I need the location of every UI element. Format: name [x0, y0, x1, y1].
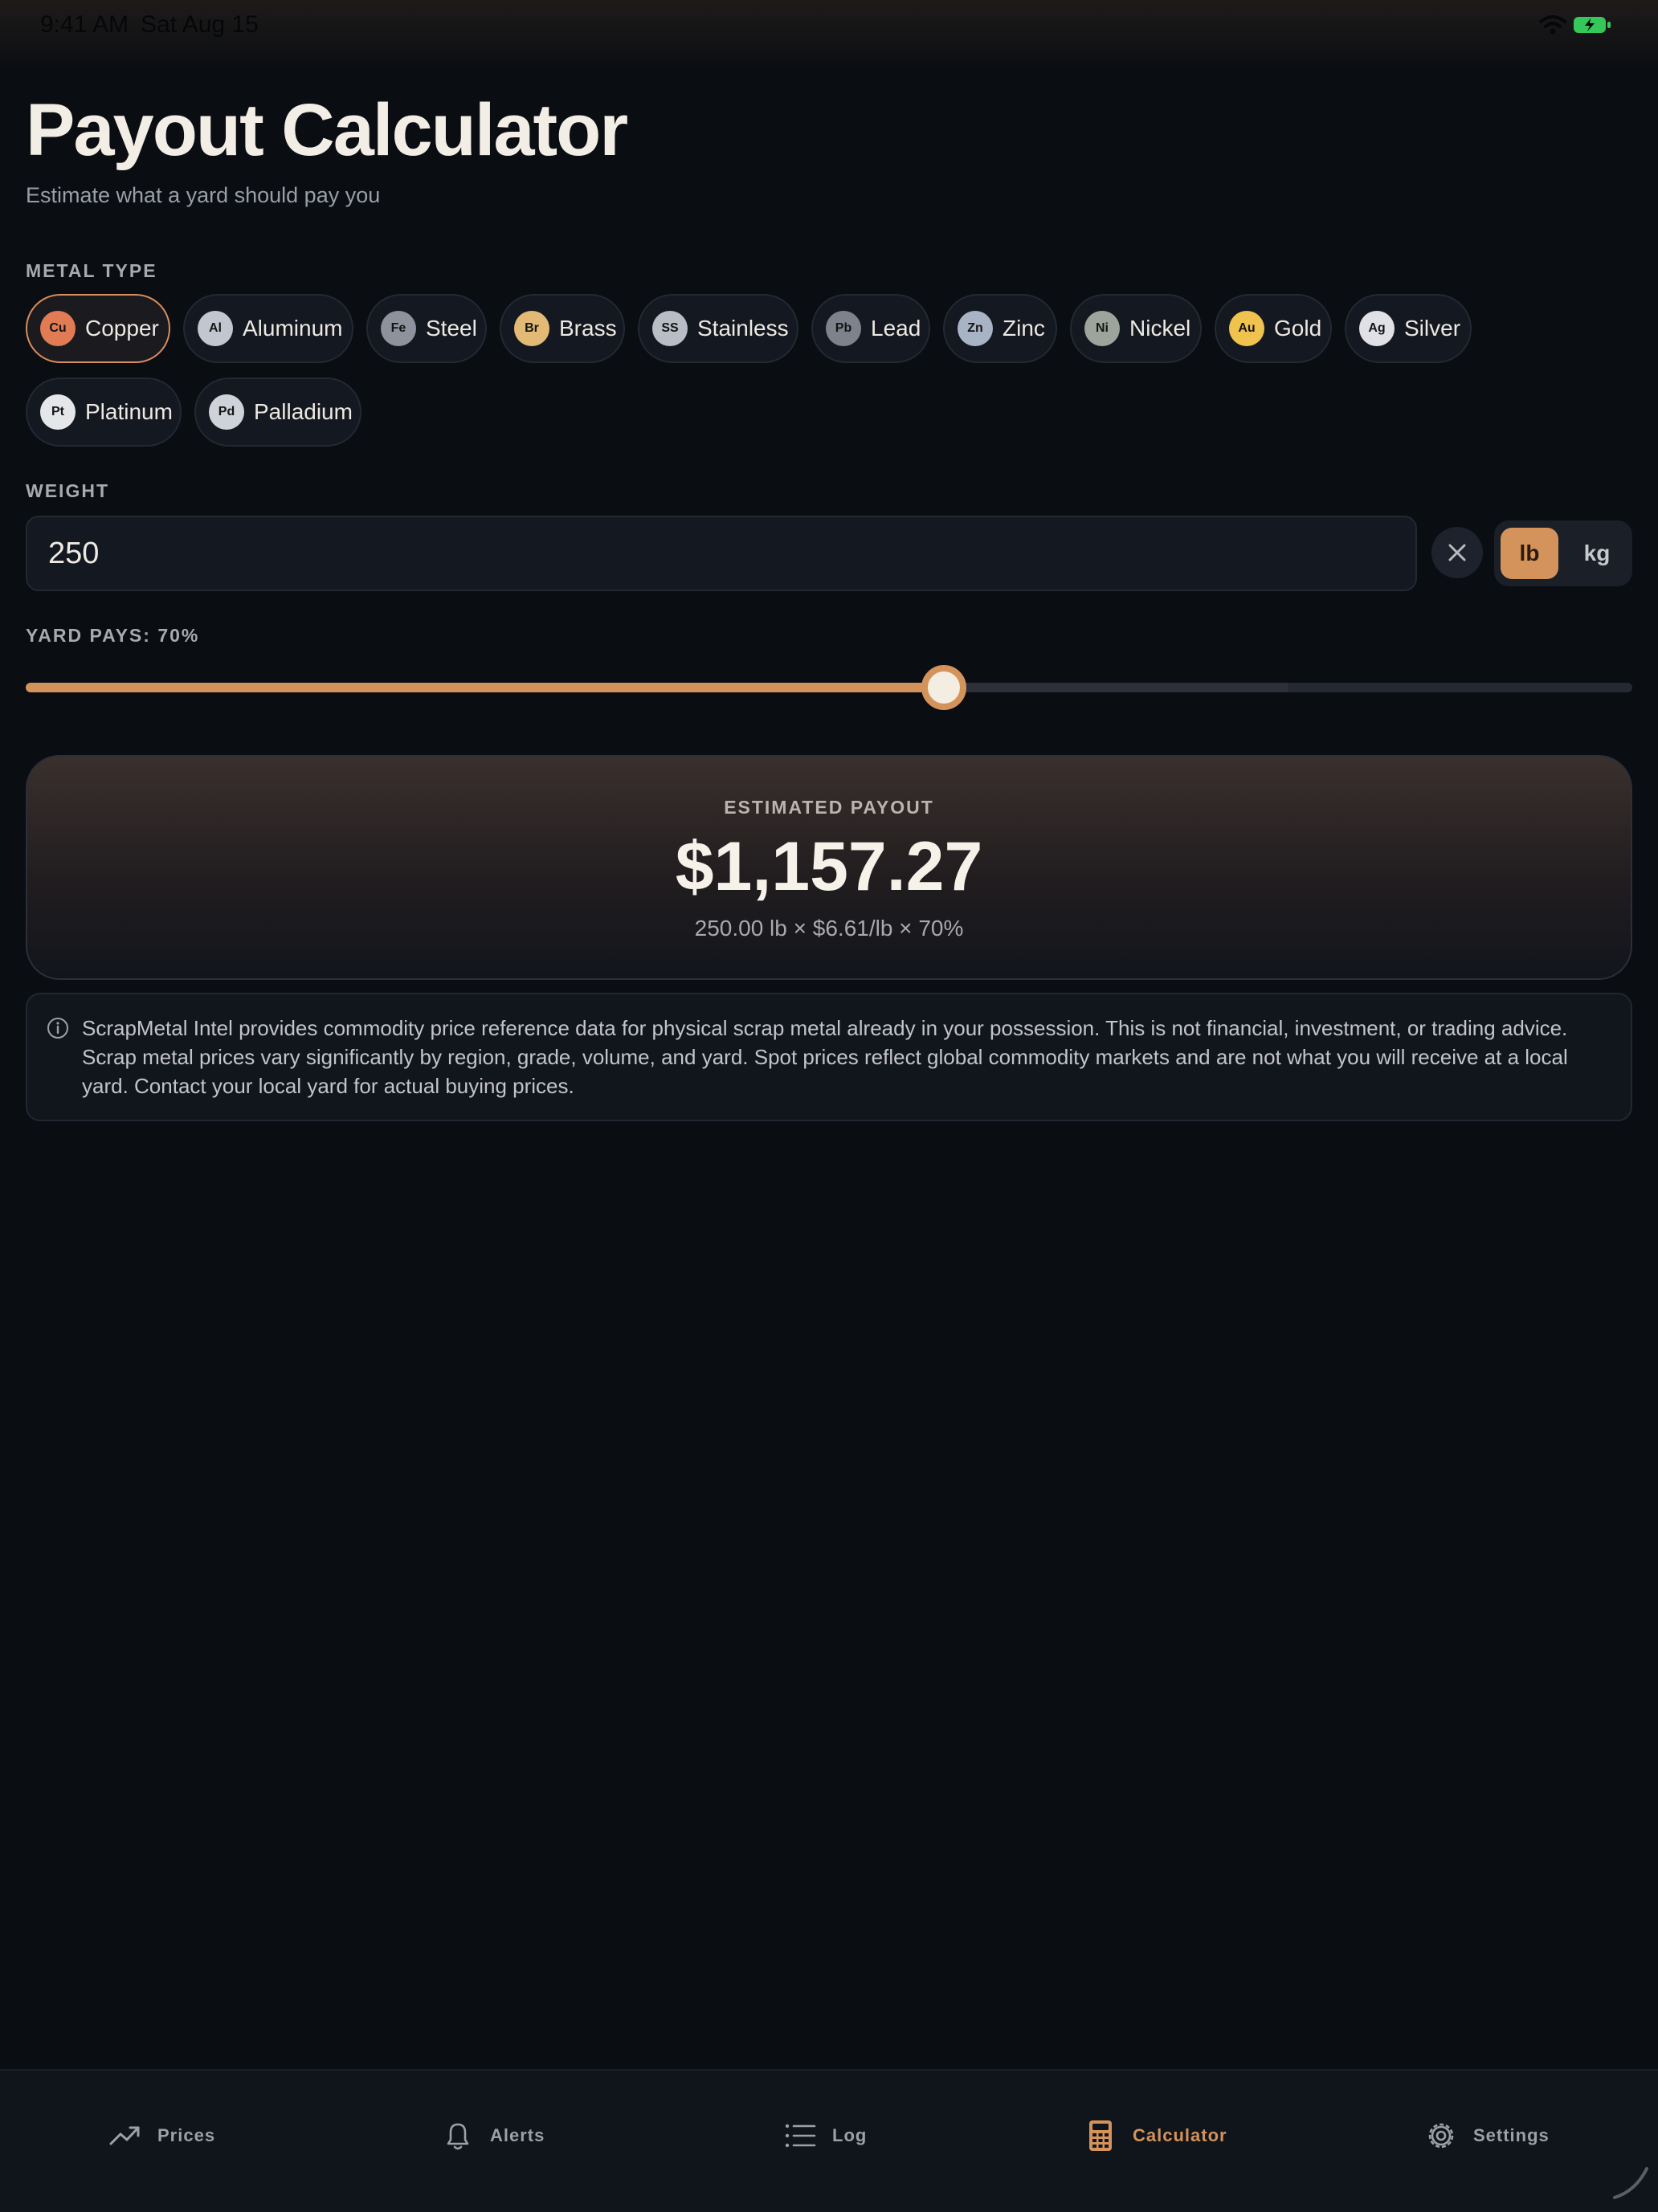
lead-symbol-icon: Pb: [826, 311, 861, 346]
metal-chip-silver[interactable]: Ag Silver: [1345, 294, 1472, 363]
tab-label: Alerts: [490, 2125, 545, 2145]
tab-label: Settings: [1473, 2125, 1550, 2145]
copper-symbol-icon: Cu: [40, 311, 76, 346]
payout-label: ESTIMATED PAYOUT: [724, 797, 934, 818]
weight-label: WEIGHT: [26, 480, 109, 501]
status-bar: 9:41 AM Sat Aug 15: [0, 0, 1658, 51]
metal-chip-platinum[interactable]: Pt Platinum: [26, 378, 182, 447]
brass-symbol-icon: Br: [514, 311, 549, 346]
tab-label: Log: [832, 2125, 868, 2145]
chip-label: Stainless: [697, 316, 789, 341]
tab-label: Calculator: [1133, 2125, 1227, 2145]
metal-chip-nickel[interactable]: Ni Nickel: [1070, 294, 1202, 363]
weight-input[interactable]: 250: [26, 516, 1417, 591]
metal-chip-aluminum[interactable]: Al Aluminum: [183, 294, 353, 363]
chip-label: Gold: [1274, 316, 1322, 341]
tab-bar: Prices Alerts Log Calculator Settings: [0, 2069, 1658, 2212]
bell-icon: [447, 2123, 469, 2150]
zinc-symbol-icon: Zn: [958, 311, 993, 346]
payout-amount: $1,157.27: [675, 828, 983, 905]
page-subtitle: Estimate what a yard should pay you: [26, 183, 381, 207]
close-icon: [1448, 544, 1466, 561]
unit-lb-option[interactable]: lb: [1501, 528, 1558, 579]
tab-label: Prices: [157, 2125, 216, 2145]
metal-chip-copper[interactable]: Cu Copper: [26, 294, 170, 363]
tab-prices[interactable]: Prices: [108, 2116, 215, 2156]
metal-chip-gold[interactable]: Au Gold: [1215, 294, 1332, 363]
chip-label: Zinc: [1003, 316, 1045, 341]
disclaimer-text: ScrapMetal Intel provides commodity pric…: [82, 1016, 1568, 1098]
corner-indicator-icon: [1613, 2167, 1648, 2199]
info-icon: [47, 1018, 68, 1039]
chip-label: Steel: [426, 316, 477, 341]
unit-kg-option[interactable]: kg: [1568, 528, 1626, 579]
gear-icon: [1428, 2123, 1454, 2149]
metal-chip-steel[interactable]: Fe Steel: [366, 294, 487, 363]
yard-pays-slider-fill: [26, 683, 944, 692]
chip-label: Copper: [85, 316, 159, 341]
list-icon: [785, 2124, 816, 2148]
tab-settings[interactable]: Settings: [1423, 2116, 1550, 2156]
platinum-symbol-icon: Pt: [40, 394, 76, 430]
chip-label: Brass: [559, 316, 617, 341]
battery-icon: [1574, 17, 1611, 33]
yard-pays-slider-thumb[interactable]: [921, 665, 966, 710]
trend-icon: [109, 2126, 140, 2145]
chip-label: Aluminum: [243, 316, 343, 341]
tab-calculator[interactable]: Calculator: [1083, 2116, 1227, 2156]
metal-chip-stainless[interactable]: SS Stainless: [638, 294, 798, 363]
gold-symbol-icon: Au: [1229, 311, 1264, 346]
yard-pays-label: YARD PAYS: 70%: [26, 625, 200, 646]
slider-track-segment: [944, 683, 1288, 692]
chip-label: Palladium: [254, 399, 353, 424]
unit-toggle: lb kg: [1494, 520, 1632, 586]
stainless-symbol-icon: SS: [652, 311, 688, 346]
clear-weight-button[interactable]: [1431, 527, 1483, 578]
calculator-icon: [1089, 2120, 1112, 2151]
metal-chip-zinc[interactable]: Zn Zinc: [943, 294, 1057, 363]
metal-chip-brass[interactable]: Br Brass: [500, 294, 625, 363]
chip-label: Lead: [871, 316, 921, 341]
metal-chip-lead[interactable]: Pb Lead: [811, 294, 930, 363]
disclaimer-card: ScrapMetal Intel provides commodity pric…: [26, 993, 1632, 1121]
status-date: Sat Aug 15: [141, 11, 259, 38]
palladium-symbol-icon: Pd: [209, 394, 244, 430]
nickel-symbol-icon: Ni: [1084, 311, 1120, 346]
chip-label: Nickel: [1129, 316, 1191, 341]
metal-type-label: METAL TYPE: [26, 260, 157, 281]
page-title: Payout Calculator: [26, 89, 628, 171]
tab-alerts[interactable]: Alerts: [440, 2116, 545, 2156]
steel-symbol-icon: Fe: [381, 311, 416, 346]
payout-card: ESTIMATED PAYOUT $1,157.27 250.00 lb × $…: [26, 755, 1632, 980]
tab-log[interactable]: Log: [782, 2116, 867, 2156]
wifi-icon: [1539, 15, 1566, 35]
status-time: 9:41 AM: [40, 11, 129, 38]
payout-formula: 250.00 lb × $6.61/lb × 70%: [694, 916, 964, 941]
chip-label: Silver: [1404, 316, 1461, 341]
metal-chip-palladium[interactable]: Pd Palladium: [194, 378, 361, 447]
chip-label: Platinum: [85, 399, 173, 424]
aluminum-symbol-icon: Al: [198, 311, 233, 346]
silver-symbol-icon: Ag: [1359, 311, 1395, 346]
